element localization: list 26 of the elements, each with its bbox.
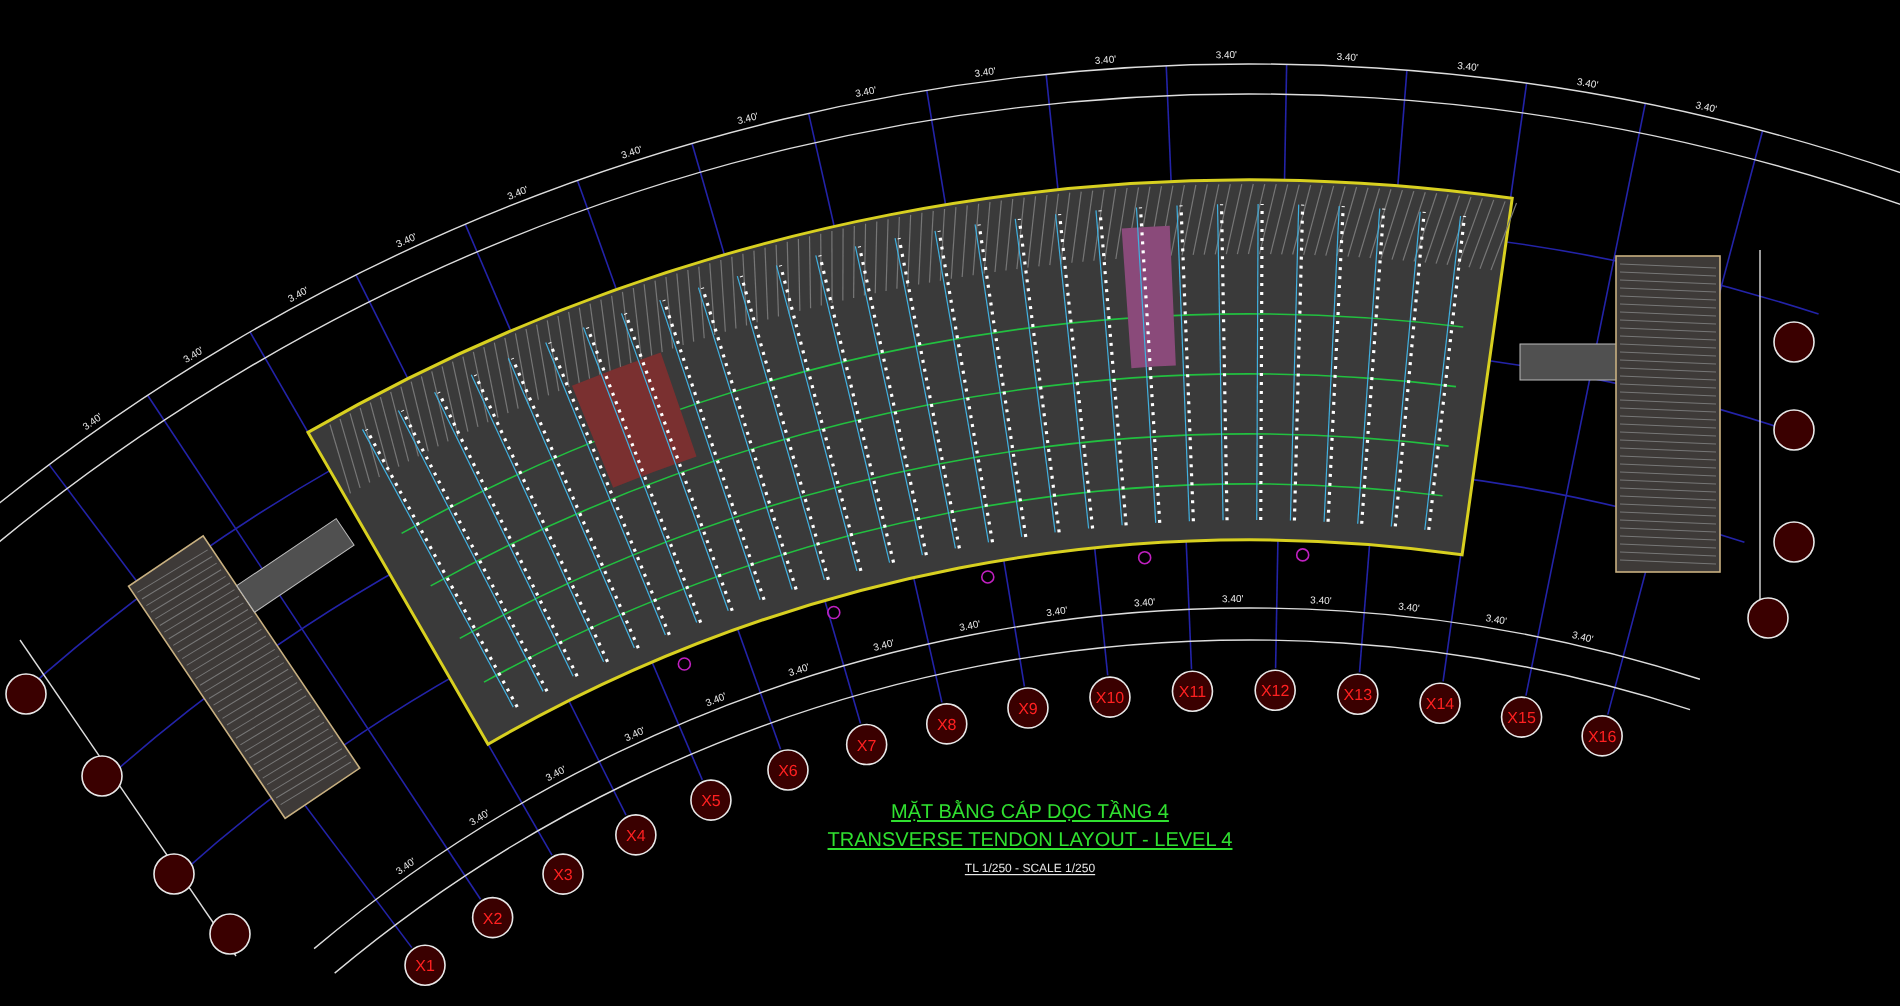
grid-bubble-icon [1773, 321, 1815, 363]
grid-bubble: X15 [1500, 696, 1543, 738]
grid-bubble: X16 [1581, 715, 1623, 757]
grid-bubble: X5 [690, 779, 732, 821]
grid-bubble-icon [1747, 597, 1789, 639]
grid-bubble: X6 [767, 749, 809, 791]
grid-bubble: X7 [845, 723, 888, 766]
grid-bubble-icon [209, 913, 251, 955]
grid-bubble-icon [81, 755, 123, 797]
grid-bubble: X9 [1007, 687, 1049, 729]
grid-bubble: X2 [471, 896, 514, 939]
grid-bubble-icon [1773, 521, 1815, 563]
grid-bubble: X12 [1254, 669, 1296, 712]
grid-bubble: X10 [1089, 676, 1131, 718]
grid-bubble: X4 [615, 814, 657, 856]
drawing-title: MẶT BẰNG CÁP DỌC TẦNG 4 [891, 802, 1169, 824]
grid-bubble: X14 [1419, 682, 1461, 724]
grid-bubble: X3 [542, 853, 584, 895]
grid-bubble-icon [1773, 409, 1815, 451]
grid-bubble-icon [153, 853, 195, 895]
grid-bubble-icon [5, 673, 47, 715]
grid-bubble: X1 [404, 944, 446, 987]
grid-bubble: X11 [1171, 670, 1214, 712]
grid-bubble: X13 [1337, 673, 1379, 716]
grid-bubble: X8 [925, 703, 968, 745]
drawing-subtitle: TRANSVERSE TENDON LAYOUT - LEVEL 4 [827, 830, 1233, 852]
